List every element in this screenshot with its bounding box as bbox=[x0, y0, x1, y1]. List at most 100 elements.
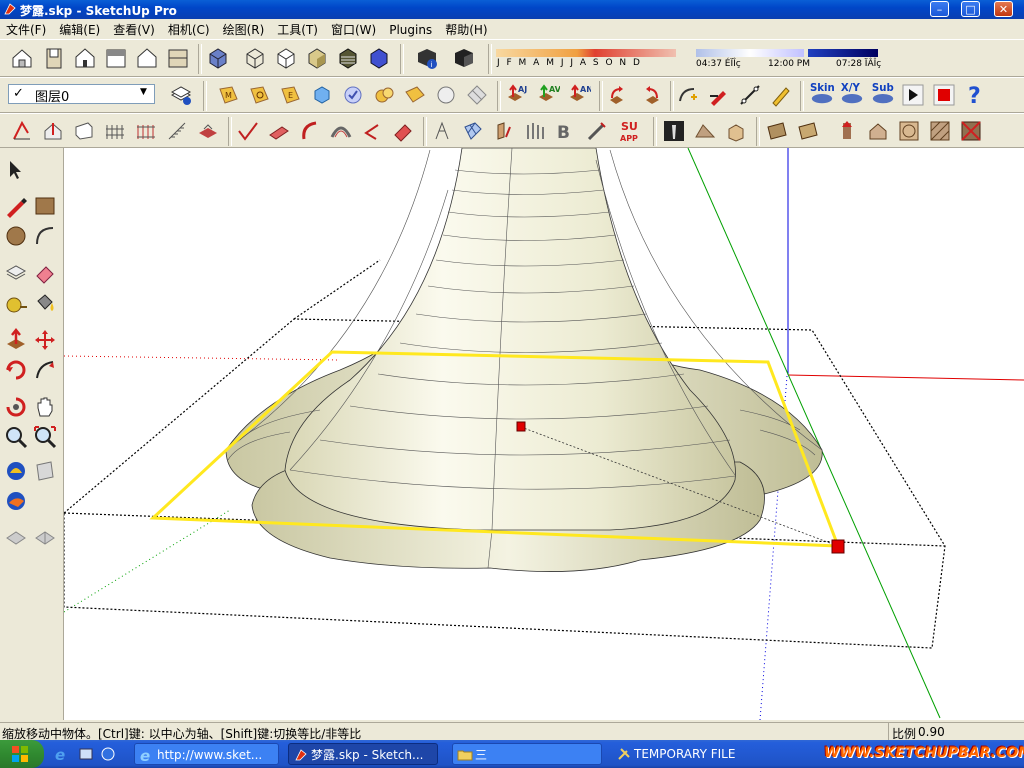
tool-stairs-icon[interactable] bbox=[165, 119, 189, 143]
eraser-icon[interactable] bbox=[33, 261, 57, 285]
tag-m-icon[interactable]: M bbox=[216, 83, 240, 107]
taskbar-item-folder[interactable]: 三 bbox=[452, 743, 602, 765]
tool-red-fold-icon[interactable] bbox=[391, 119, 415, 143]
tool-texture-2-icon[interactable] bbox=[796, 119, 820, 143]
menu-plugins[interactable]: Plugins bbox=[383, 21, 439, 37]
select-arrow-icon[interactable] bbox=[4, 158, 28, 182]
front-view-icon[interactable] bbox=[73, 46, 97, 70]
tool-red-plane-icon[interactable] bbox=[267, 119, 291, 143]
xray-style-icon[interactable] bbox=[206, 46, 230, 70]
pencil-red-icon[interactable] bbox=[707, 83, 731, 107]
rotate-right-icon[interactable] bbox=[638, 83, 662, 107]
skin-plugin-icon[interactable]: Skin bbox=[808, 82, 836, 106]
model-info-icon[interactable]: i bbox=[415, 46, 439, 70]
line-pencil-icon[interactable] bbox=[738, 83, 762, 107]
shadow-month-slider[interactable] bbox=[496, 49, 676, 57]
tool-pen-icon[interactable] bbox=[585, 119, 609, 143]
wireframe-style-icon[interactable] bbox=[243, 46, 267, 70]
orbit-icon[interactable] bbox=[4, 395, 28, 419]
shaded-style-icon[interactable] bbox=[305, 46, 329, 70]
circle-outline-icon[interactable] bbox=[434, 83, 458, 107]
left-view-icon[interactable] bbox=[166, 46, 190, 70]
push-aj-icon[interactable]: AJ bbox=[505, 83, 529, 107]
right-view-icon[interactable] bbox=[104, 46, 128, 70]
sub-plugin-icon[interactable]: Sub bbox=[869, 82, 897, 106]
tool-dark-figure-icon[interactable] bbox=[662, 119, 686, 143]
layer-dropdown[interactable]: ✓ 图层0 ▼ bbox=[8, 84, 155, 105]
paint-bucket-icon[interactable] bbox=[33, 291, 57, 315]
menu-window[interactable]: 窗口(W) bbox=[325, 19, 383, 38]
pencil-line-icon[interactable] bbox=[4, 194, 28, 218]
position-camera-icon[interactable] bbox=[4, 489, 28, 513]
menu-draw[interactable]: 绘图(R) bbox=[217, 19, 272, 38]
help-question-icon[interactable]: ? bbox=[964, 83, 988, 107]
menu-help[interactable]: 帮助(H) bbox=[439, 19, 494, 38]
model-viewport[interactable] bbox=[64, 148, 1024, 720]
menu-view[interactable]: 查看(V) bbox=[107, 19, 162, 38]
shadow-time-slider-evening[interactable] bbox=[808, 49, 878, 57]
media-quicklaunch-icon[interactable] bbox=[100, 746, 116, 762]
layer-manager-icon[interactable] bbox=[169, 83, 193, 107]
pencil-yellow-icon[interactable] bbox=[769, 83, 793, 107]
play-icon[interactable] bbox=[901, 83, 925, 107]
arc-icon[interactable] bbox=[33, 224, 57, 248]
stop-icon[interactable] bbox=[932, 83, 956, 107]
start-button[interactable] bbox=[0, 740, 44, 768]
make-component-icon[interactable] bbox=[4, 261, 28, 285]
tool-columns-icon[interactable] bbox=[523, 119, 547, 143]
tape-measure-icon[interactable] bbox=[4, 291, 28, 315]
minimize-button[interactable]: – bbox=[930, 1, 949, 17]
pan-hand-icon[interactable] bbox=[33, 395, 57, 419]
tag-gold-icon[interactable] bbox=[372, 83, 396, 107]
tool-rail-icon[interactable] bbox=[134, 119, 158, 143]
tool-hatch-icon[interactable] bbox=[928, 119, 952, 143]
maximize-button[interactable]: □ bbox=[961, 1, 980, 17]
ie-quicklaunch-icon[interactable]: e bbox=[54, 746, 70, 762]
tool-3d-arrow-icon[interactable] bbox=[10, 119, 34, 143]
tag-gold-2-icon[interactable] bbox=[403, 83, 427, 107]
tool-red-check-icon[interactable] bbox=[236, 119, 260, 143]
previous-view-icon[interactable] bbox=[4, 459, 28, 483]
iso-view-icon[interactable] bbox=[10, 46, 34, 70]
menu-file[interactable]: 文件(F) bbox=[0, 19, 53, 38]
tool-frame-icon[interactable] bbox=[430, 119, 454, 143]
taskbar-item-browser[interactable]: e http://www.sket... bbox=[134, 743, 279, 765]
sandbox-1-icon[interactable] bbox=[4, 526, 28, 550]
tool-red-arrow-icon[interactable] bbox=[835, 119, 859, 143]
push-av-icon[interactable]: AV bbox=[536, 83, 560, 107]
close-button[interactable]: ✕ bbox=[994, 1, 1013, 17]
section-plane-icon[interactable] bbox=[33, 459, 57, 483]
visibility-check-icon[interactable] bbox=[341, 83, 365, 107]
tool-house-push-icon[interactable] bbox=[41, 119, 65, 143]
push-an-icon[interactable]: AN bbox=[567, 83, 591, 107]
tool-shingle-icon[interactable] bbox=[693, 119, 717, 143]
tool-b-icon[interactable]: B bbox=[554, 119, 578, 143]
tool-box-open-icon[interactable] bbox=[724, 119, 748, 143]
shadow-time-slider[interactable] bbox=[696, 49, 804, 57]
tool-house-small-icon[interactable] bbox=[866, 119, 890, 143]
move-icon[interactable] bbox=[33, 328, 57, 352]
su-app-icon[interactable]: SUAPP bbox=[618, 118, 648, 144]
tool-circle-tex-icon[interactable] bbox=[897, 119, 921, 143]
menu-camera[interactable]: 相机(C) bbox=[162, 19, 217, 38]
menu-tools[interactable]: 工具(T) bbox=[271, 19, 325, 38]
taskbar-item-temporary[interactable]: TEMPORARY FILE bbox=[612, 743, 812, 765]
blue-cube-icon[interactable] bbox=[310, 83, 334, 107]
monochrome-style-icon[interactable] bbox=[367, 46, 391, 70]
push-pull-icon[interactable] bbox=[4, 328, 28, 352]
arc-plus-icon[interactable] bbox=[676, 83, 700, 107]
circle-icon[interactable] bbox=[4, 224, 28, 248]
tool-fence-icon[interactable] bbox=[103, 119, 127, 143]
measurement-value[interactable]: 0.90 bbox=[918, 725, 945, 739]
tag-e-icon[interactable]: E bbox=[278, 83, 302, 107]
hidden-line-style-icon[interactable] bbox=[274, 46, 298, 70]
zoom-extents-icon[interactable] bbox=[33, 425, 57, 449]
zoom-icon[interactable] bbox=[4, 425, 28, 449]
tool-red-angle-icon[interactable] bbox=[360, 119, 384, 143]
top-view-icon[interactable] bbox=[42, 46, 66, 70]
tool-grid-blue-icon[interactable] bbox=[461, 119, 485, 143]
desktop-quicklaunch-icon[interactable] bbox=[78, 746, 94, 762]
tool-dome-icon[interactable] bbox=[329, 119, 353, 143]
follow-me-icon[interactable] bbox=[33, 358, 57, 382]
tool-texture-1-icon[interactable] bbox=[765, 119, 789, 143]
